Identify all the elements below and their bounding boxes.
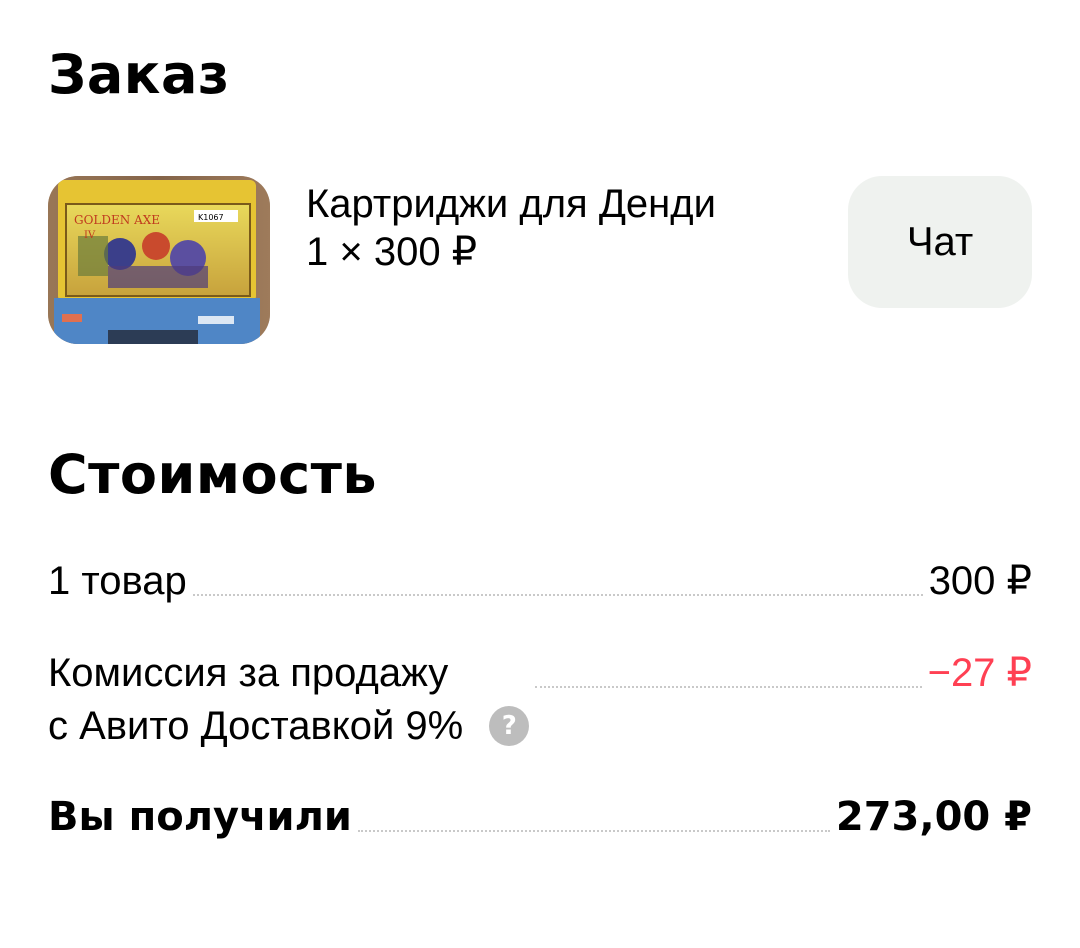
- thumb-code: K1067: [198, 213, 224, 222]
- commission-label-line1: Комиссия за продажу: [48, 651, 449, 695]
- order-item-title[interactable]: Картриджи для Денди: [306, 180, 826, 228]
- dotted-leader: [192, 594, 923, 596]
- chat-button[interactable]: Чат: [848, 176, 1032, 308]
- order-section-title: Заказ: [48, 43, 230, 106]
- question-circle-icon[interactable]: ?: [489, 706, 530, 746]
- thumb-game-name: GOLDEN AXE: [74, 213, 160, 227]
- cost-section-title: Стоимость: [48, 443, 378, 506]
- dotted-leader: [535, 686, 922, 688]
- commission-value: −27 ₽: [927, 651, 1032, 695]
- cost-row-value: 300 ₽: [928, 559, 1032, 603]
- cartridge-image: GOLDEN AXE IV K1067: [48, 176, 270, 344]
- total-label: Вы получили: [48, 794, 352, 840]
- order-item-price: 1 × 300 ₽: [306, 230, 478, 274]
- total-value: 273,00 ₽: [835, 794, 1032, 840]
- product-thumbnail[interactable]: GOLDEN AXE IV K1067: [48, 176, 270, 344]
- cost-row-label: 1 товар: [48, 559, 187, 603]
- dotted-leader: [357, 830, 830, 832]
- cost-row-total: Вы получили 273,00 ₽: [48, 792, 1032, 842]
- thumb-numeral: IV: [84, 230, 96, 241]
- order-item-info[interactable]: Картриджи для Денди 1 × 300 ₽: [306, 180, 826, 276]
- commission-label-line2: с Авито Доставкой 9%: [48, 704, 464, 748]
- cost-row-items: 1 товар 300 ₽: [48, 556, 1032, 606]
- cost-row-commission: Комиссия за продажу с Авито Доставкой 9%…: [48, 648, 1032, 754]
